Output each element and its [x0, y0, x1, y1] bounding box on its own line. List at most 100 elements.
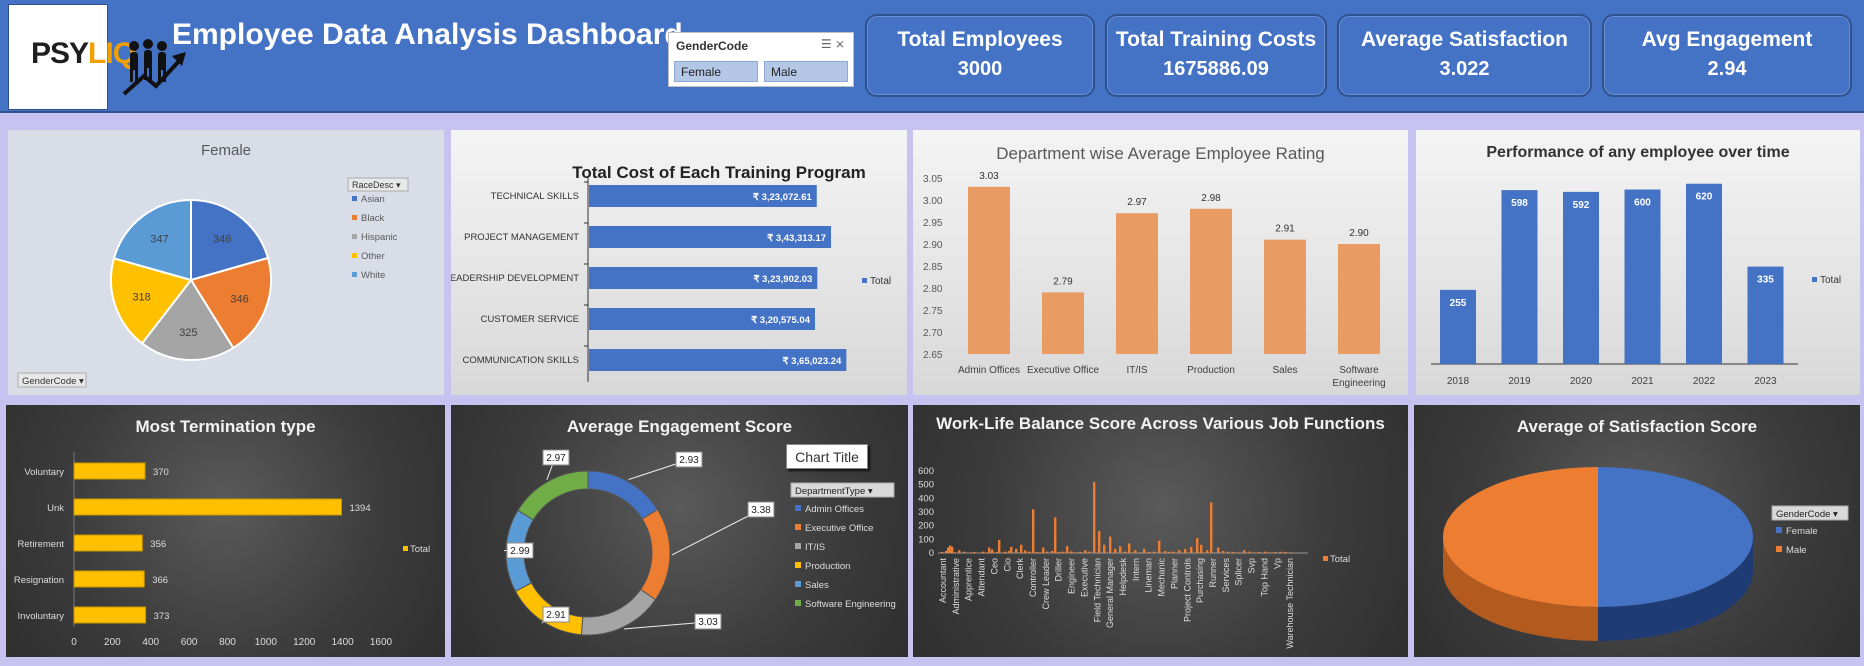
- bar: [1066, 546, 1069, 553]
- data-label: 373: [154, 611, 170, 622]
- kpi-value: 3000: [957, 58, 1003, 80]
- slicer-title: GenderCode: [676, 39, 749, 53]
- bar: [970, 552, 973, 553]
- data-label: 2.79: [1053, 276, 1073, 287]
- category-label: Services: [1221, 558, 1231, 593]
- tick-label: 1600: [370, 637, 393, 648]
- legend-label: Hispanic: [361, 232, 398, 243]
- bar: [1004, 551, 1007, 553]
- legend-swatch: [795, 524, 801, 530]
- satisfaction-pie-chart: GenderCode ▾ Female Male: [1443, 467, 1849, 641]
- legend-label: Asian: [361, 194, 385, 205]
- category-label: Top Hand: [1259, 558, 1269, 597]
- bar: [1172, 551, 1175, 553]
- bar: [1032, 509, 1035, 553]
- legend-label: Production: [805, 561, 850, 572]
- tick-label: 2.85: [923, 262, 943, 273]
- bar: [1028, 551, 1031, 553]
- legend-label: Female: [1786, 526, 1818, 537]
- bar: [1232, 551, 1235, 553]
- bar: [1210, 502, 1213, 553]
- data-label: 346: [230, 294, 248, 306]
- bar: [1036, 551, 1039, 553]
- bar: [1153, 551, 1156, 553]
- bar: [1290, 552, 1293, 553]
- bar: [951, 546, 954, 553]
- data-label: 620: [1696, 192, 1713, 203]
- tick-label: 400: [918, 493, 934, 504]
- legend-swatch: [1776, 546, 1782, 552]
- worklife-panel: Work-Life Balance Score Across Various J…: [913, 405, 1408, 657]
- tick-label: 600: [918, 466, 934, 477]
- category-label: 2018: [1447, 376, 1470, 387]
- race-pie-chart: 346 346 325 318 347 RaceDesc ▾ Asian Black Hispa…: [17, 177, 409, 388]
- data-label: 592: [1573, 200, 1590, 211]
- bar: [1039, 552, 1042, 553]
- category-label: Splicer: [1234, 558, 1244, 586]
- category-label: 2023: [1754, 376, 1777, 387]
- slicer-option-female[interactable]: Female: [674, 61, 758, 82]
- bar: [73, 462, 146, 480]
- bar: [958, 550, 961, 553]
- bar: [1119, 546, 1122, 553]
- bar: [1501, 190, 1538, 364]
- legend-swatch: [352, 234, 357, 239]
- legend-label: Total: [1330, 554, 1350, 565]
- category-label: 2020: [1570, 376, 1593, 387]
- category-label: Retirement: [18, 539, 65, 550]
- tick-label: 1400: [332, 637, 355, 648]
- category-label: Vp: [1272, 558, 1282, 569]
- tick-label: 600: [181, 637, 198, 648]
- legend-swatch: [795, 505, 801, 511]
- data-label: 255: [1450, 298, 1467, 309]
- category-label: Unk: [47, 503, 64, 514]
- data-label: 346: [213, 233, 231, 245]
- bar: [1238, 552, 1241, 553]
- bar: [991, 549, 994, 553]
- bar: [1268, 552, 1271, 553]
- category-label: TECHNICAL SKILLS: [491, 191, 579, 202]
- bar: [1253, 552, 1256, 553]
- satisfaction-panel: Average of Satisfaction Score GenderCode…: [1414, 405, 1860, 657]
- bar: [1124, 551, 1127, 553]
- bar: [1088, 551, 1091, 553]
- bar: [1217, 547, 1220, 553]
- bar: [1168, 551, 1171, 553]
- bar: [973, 551, 976, 553]
- data-label: 2.98: [1201, 193, 1221, 204]
- bar: [1114, 548, 1117, 553]
- bar: [1042, 292, 1084, 354]
- multi-select-icon[interactable]: ☰: [821, 37, 832, 51]
- training-cost-chart: ₹ 3,23,072.61 TECHNICAL SKILLS ₹ 3,43,313.…: [451, 177, 891, 382]
- tick-label: 400: [142, 637, 159, 648]
- slicer-option-male[interactable]: Male: [764, 61, 848, 82]
- bar: [73, 570, 145, 588]
- kpi-average-satisfaction: Average Satisfaction 3.022: [1337, 14, 1592, 97]
- bar: [1051, 550, 1054, 553]
- legend-title: DepartmentType ▾: [795, 486, 873, 497]
- kpi-label: Total Employees: [897, 28, 1063, 51]
- legend-label: White: [361, 270, 385, 281]
- tick-label: 2.75: [923, 306, 943, 317]
- category-label: Helpdesk: [1118, 558, 1128, 596]
- bar: [1098, 531, 1101, 553]
- category-label: Mechanic: [1157, 558, 1167, 597]
- category-label: COMMUNICATION SKILLS: [463, 355, 579, 366]
- clear-filter-icon[interactable]: ⨯: [835, 37, 845, 51]
- legend-label: Total: [1820, 275, 1841, 286]
- kpi-value: 2.94: [1707, 58, 1747, 80]
- leader-line: [671, 509, 761, 556]
- data-label: 370: [153, 467, 169, 478]
- data-label: 598: [1511, 198, 1528, 209]
- bar: [1248, 551, 1251, 553]
- data-label: 318: [132, 291, 150, 303]
- legend-title: GenderCode ▾: [1776, 509, 1838, 520]
- category-label: Engineer: [1067, 558, 1077, 594]
- bar: [968, 186, 1010, 354]
- bar: [1563, 191, 1599, 364]
- gender-slicer[interactable]: GenderCode ☰ ⨯ Female Male: [668, 32, 854, 87]
- bar: [1093, 481, 1096, 553]
- category-label: Executive Office: [1027, 365, 1100, 376]
- data-label: 325: [179, 327, 197, 339]
- bar: [1148, 551, 1151, 553]
